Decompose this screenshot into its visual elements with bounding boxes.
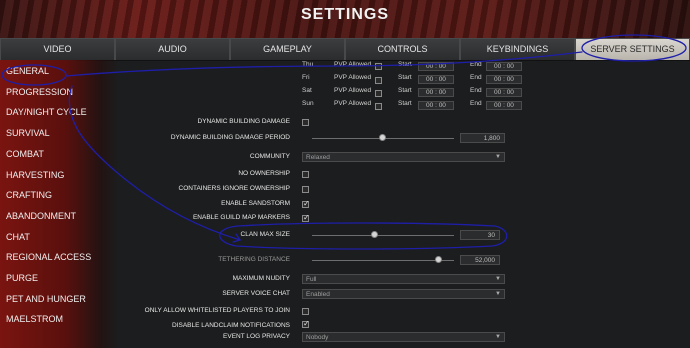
enable-sandstorm-checkbox[interactable]: [302, 201, 310, 208]
pvp-end-label: End: [470, 61, 482, 68]
sidebar: GENERAL PROGRESSION DAY/NIGHT CYCLE SURV…: [0, 60, 118, 348]
enable-guild-map-markers-label: ENABLE GUILD MAP MARKERS: [192, 214, 290, 221]
community-select[interactable]: Relaxed ▼: [302, 152, 505, 162]
maximum-nudity-select-value: Full: [306, 276, 317, 283]
pvp-allowed-checkbox[interactable]: [375, 90, 382, 97]
pvp-start-label: Start: [398, 87, 412, 94]
sidebar-item-chat[interactable]: CHAT: [6, 232, 30, 242]
sidebar-item-harvesting[interactable]: HARVESTING: [6, 170, 64, 180]
sidebar-item-crafting[interactable]: CRAFTING: [6, 190, 52, 200]
sidebar-item-abandonment[interactable]: ABANDONMENT: [6, 211, 76, 221]
pvp-end-label: End: [470, 87, 482, 94]
pvp-allowed-label: PVP Allowed: [334, 100, 372, 107]
community-label: COMMUNITY: [249, 153, 290, 160]
tab-bar: VIDEO AUDIO GAMEPLAY CONTROLS KEYBINDING…: [0, 38, 690, 61]
server-voice-chat-select[interactable]: Enabled ▼: [302, 289, 505, 299]
enable-guild-map-markers-checkbox[interactable]: [302, 215, 310, 222]
clan-max-size-slider-knob[interactable]: [371, 231, 378, 238]
tethering-distance-slider-knob[interactable]: [435, 256, 442, 263]
event-log-privacy-label: EVENT LOG PRIVACY: [223, 333, 290, 340]
pvp-allowed-label: PVP Allowed: [334, 61, 372, 68]
tethering-distance-value[interactable]: 52,000: [460, 255, 500, 265]
pvp-day-label: Thu: [302, 61, 314, 68]
tab-video[interactable]: VIDEO: [0, 38, 115, 60]
only-allow-whitelisted-label: ONLY ALLOW WHITELISTED PLAYERS TO JOIN: [144, 307, 290, 314]
containers-ignore-ownership-checkbox[interactable]: [302, 186, 309, 193]
clan-max-size-slider-track: [312, 235, 454, 236]
pvp-day-label: Sat: [302, 87, 312, 94]
disable-landclaim-notifications-label: DISABLE LANDCLAIM NOTIFICATIONS: [172, 322, 290, 329]
dynamic-building-damage-period-slider-knob[interactable]: [379, 134, 386, 141]
maximum-nudity-select[interactable]: Full ▼: [302, 274, 505, 284]
annotation-arrowhead: [232, 233, 242, 243]
pvp-start-time[interactable]: 00 : 00: [418, 88, 454, 97]
sidebar-item-general[interactable]: GENERAL: [6, 66, 49, 76]
dynamic-building-damage-period-label: DYNAMIC BUILDING DAMAGE PERIOD: [170, 134, 290, 141]
pvp-start-time[interactable]: 00 : 00: [418, 101, 454, 110]
dynamic-building-damage-label: DYNAMIC BUILDING DAMAGE: [197, 118, 290, 125]
tab-gameplay[interactable]: GAMEPLAY: [230, 38, 345, 60]
tab-keybindings[interactable]: KEYBINDINGS: [460, 38, 575, 60]
tethering-distance-label: TETHERING DISTANCE: [218, 256, 290, 263]
settings-header: SETTINGS: [0, 0, 690, 38]
pvp-day-label: Fri: [302, 74, 310, 81]
pvp-end-time[interactable]: 00 : 00: [486, 101, 522, 110]
pvp-allowed-checkbox[interactable]: [375, 103, 382, 110]
chevron-down-icon: ▼: [495, 276, 501, 282]
tab-server-settings[interactable]: SERVER SETTINGS: [575, 38, 690, 60]
chevron-down-icon: ▼: [495, 334, 501, 340]
maximum-nudity-label: MAXIMUM NUDITY: [232, 275, 290, 282]
chevron-down-icon: ▼: [495, 291, 501, 297]
pvp-allowed-checkbox[interactable]: [375, 77, 382, 84]
containers-ignore-ownership-label: CONTAINERS IGNORE OWNERSHIP: [178, 185, 290, 192]
dynamic-building-damage-checkbox[interactable]: [302, 119, 309, 126]
tab-audio[interactable]: AUDIO: [115, 38, 230, 60]
tethering-distance-slider-track: [312, 260, 454, 261]
event-log-privacy-select-value: Nobody: [306, 334, 329, 341]
pvp-start-label: Start: [398, 100, 412, 107]
pvp-start-label: Start: [398, 61, 412, 68]
sidebar-item-maelstrom[interactable]: MAELSTROM: [6, 314, 63, 324]
chevron-down-icon: ▼: [495, 154, 501, 160]
tab-controls[interactable]: CONTROLS: [345, 38, 460, 60]
server-voice-chat-select-value: Enabled: [306, 291, 330, 298]
pvp-day-label: Sun: [302, 100, 314, 107]
pvp-end-label: End: [470, 100, 482, 107]
sidebar-item-regional-access[interactable]: REGIONAL ACCESS: [6, 252, 91, 262]
dynamic-building-damage-period-value[interactable]: 1,800: [460, 133, 505, 143]
sidebar-item-purge[interactable]: PURGE: [6, 273, 38, 283]
no-ownership-label: NO OWNERSHIP: [238, 170, 290, 177]
sidebar-item-combat[interactable]: COMBAT: [6, 149, 44, 159]
pvp-start-time[interactable]: 00 : 00: [418, 75, 454, 84]
community-select-value: Relaxed: [306, 154, 330, 161]
event-log-privacy-select[interactable]: Nobody ▼: [302, 332, 505, 342]
pvp-allowed-label: PVP Allowed: [334, 74, 372, 81]
pvp-end-time[interactable]: 00 : 00: [486, 75, 522, 84]
sidebar-item-pet-and-hunger[interactable]: PET AND HUNGER: [6, 294, 86, 304]
only-allow-whitelisted-checkbox[interactable]: [302, 308, 309, 315]
disable-landclaim-notifications-checkbox[interactable]: [302, 321, 310, 328]
sidebar-item-day-night-cycle[interactable]: DAY/NIGHT CYCLE: [6, 107, 87, 117]
enable-sandstorm-label: ENABLE SANDSTORM: [221, 200, 290, 207]
clan-max-size-label: CLAN MAX SIZE: [240, 231, 290, 238]
page-title: SETTINGS: [300, 6, 389, 23]
pvp-allowed-label: PVP Allowed: [334, 87, 372, 94]
pvp-start-label: Start: [398, 74, 412, 81]
sidebar-item-progression[interactable]: PROGRESSION: [6, 87, 73, 97]
clan-max-size-value[interactable]: 30: [460, 230, 500, 240]
server-voice-chat-label: SERVER VOICE CHAT: [222, 290, 290, 297]
pvp-end-label: End: [470, 74, 482, 81]
pvp-allowed-checkbox[interactable]: [375, 63, 382, 70]
pvp-start-time[interactable]: 00 : 00: [418, 62, 454, 71]
sidebar-item-survival[interactable]: SURVIVAL: [6, 128, 50, 138]
no-ownership-checkbox[interactable]: [302, 171, 309, 178]
pvp-end-time[interactable]: 00 : 00: [486, 62, 522, 71]
pvp-end-time[interactable]: 00 : 00: [486, 88, 522, 97]
